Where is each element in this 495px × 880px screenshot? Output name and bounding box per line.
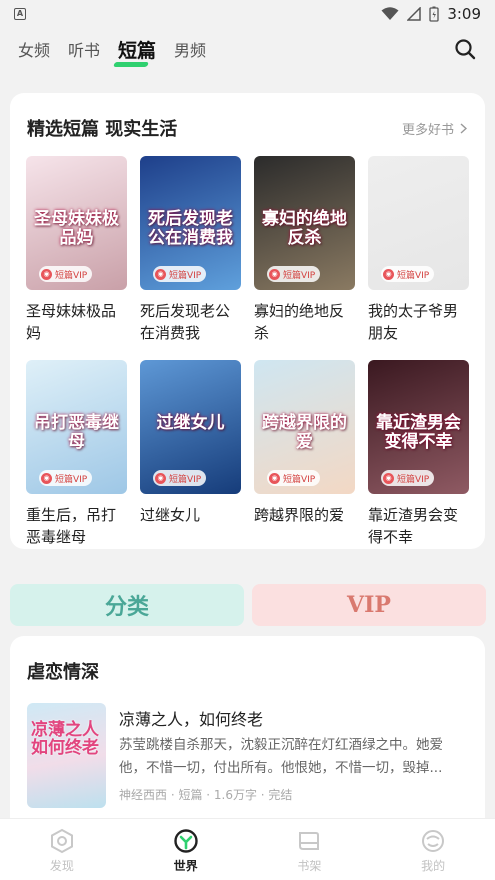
section-title: 精选短篇 现实生活 bbox=[27, 119, 178, 140]
book-cover-title: 跨越界限的爱 bbox=[262, 412, 347, 452]
book-item[interactable]: ◉ 短篇VIP 我的太子爷男朋友 bbox=[368, 156, 469, 344]
book-title[interactable]: 靠近渣男会变得不幸 bbox=[368, 504, 472, 548]
book-cover[interactable]: 吊打恶毒继母 ◉ 短篇VIP bbox=[26, 360, 127, 494]
signal-icon bbox=[407, 7, 422, 21]
book-cover-title: 死后发现老公在消费我 bbox=[148, 208, 233, 248]
nav-profile-label: 我的 bbox=[421, 859, 446, 873]
vip-badge-label: 短篇VIP bbox=[55, 270, 88, 281]
feature-book-title[interactable]: 凉薄之人，如何终老 bbox=[119, 706, 263, 730]
vip-badge-label: 短篇VIP bbox=[283, 474, 316, 485]
nav-discover[interactable]: 发现 bbox=[0, 819, 124, 880]
book-cover-title: 靠近渣男会变得不幸 bbox=[376, 412, 461, 452]
book-cover[interactable]: 死后发现老公在消费我 ◉ 短篇VIP bbox=[140, 156, 241, 290]
feature-book-meta: 神经西西 · 短篇 · 1.6万字 · 完结 bbox=[119, 788, 293, 802]
vip-badge: ◉ 短篇VIP bbox=[153, 470, 207, 486]
book-item[interactable]: 吊打恶毒继母 ◉ 短篇VIP 重生后，吊打恶毒继母 bbox=[26, 360, 127, 548]
vip-badge: ◉ 短篇VIP bbox=[381, 266, 435, 282]
vip-badge-icon: ◉ bbox=[269, 268, 280, 280]
vip-badge-icon: ◉ bbox=[41, 268, 52, 280]
book-item[interactable]: 圣母妹妹极品妈 ◉ 短篇VIP 圣母妹妹极品妈 bbox=[26, 156, 127, 344]
book-cover[interactable]: 寡妇的绝地反杀 ◉ 短篇VIP bbox=[254, 156, 355, 290]
vip-badge-label: 短篇VIP bbox=[397, 474, 430, 485]
app-notification-icon: A bbox=[14, 8, 26, 20]
nav-world[interactable]: 世界 bbox=[124, 819, 248, 880]
nav-profile[interactable]: 我的 bbox=[371, 819, 495, 880]
book-title[interactable]: 过继女儿 bbox=[140, 504, 244, 526]
vip-button[interactable]: VIP bbox=[252, 584, 486, 626]
book-item[interactable]: 死后发现老公在消费我 ◉ 短篇VIP 死后发现老公在消费我 bbox=[140, 156, 241, 344]
book-title[interactable]: 我的太子爷男朋友 bbox=[368, 300, 472, 344]
nav-bookshelf-label: 书架 bbox=[297, 859, 322, 873]
book-item[interactable]: 靠近渣男会变得不幸 ◉ 短篇VIP 靠近渣男会变得不幸 bbox=[368, 360, 469, 548]
book-cover-title: 寡妇的绝地反杀 bbox=[262, 208, 347, 248]
vip-badge-icon: ◉ bbox=[383, 268, 394, 280]
search-icon[interactable] bbox=[453, 37, 477, 61]
featured-section-card: 精选短篇 现实生活 更多好书 圣母妹妹极品妈 ◉ 短篇VIP 圣母妹妹极品妈 死后发现老… bbox=[10, 93, 485, 549]
bottom-navigation: 发现 世界 书架 我的 bbox=[0, 818, 495, 880]
book-title[interactable]: 跨越界限的爱 bbox=[254, 504, 358, 526]
book-title[interactable]: 寡妇的绝地反杀 bbox=[254, 300, 358, 344]
book-cover[interactable]: 靠近渣男会变得不幸 ◉ 短篇VIP bbox=[368, 360, 469, 494]
book-cover-title: 圣母妹妹极品妈 bbox=[34, 208, 119, 248]
vip-badge-label: 短篇VIP bbox=[397, 270, 430, 281]
tab-duanpian-label: 短篇 bbox=[118, 39, 157, 62]
vip-badge: ◉ 短篇VIP bbox=[267, 470, 321, 486]
vip-badge-icon: ◉ bbox=[41, 472, 52, 484]
status-time: 3:09 bbox=[447, 5, 481, 23]
book-cover[interactable]: 圣母妹妹极品妈 ◉ 短篇VIP bbox=[26, 156, 127, 290]
category-button[interactable]: 分类 bbox=[10, 584, 244, 626]
book-cover-title: 吊打恶毒继母 bbox=[34, 412, 119, 452]
nav-discover-label: 发现 bbox=[49, 859, 74, 873]
tab-nanpin[interactable]: 男频 bbox=[174, 37, 206, 61]
tab-duanpian[interactable]: 短篇 bbox=[113, 36, 157, 67]
feature-book-description: 苏莹跳楼自杀那天，沈毅正沉醉在灯红酒绿之中。她爱他，不惜一切，付出所有。他恨她，… bbox=[119, 737, 443, 776]
book-cover[interactable]: 跨越界限的爱 ◉ 短篇VIP bbox=[254, 360, 355, 494]
profile-icon bbox=[422, 830, 445, 852]
book-item[interactable]: 寡妇的绝地反杀 ◉ 短篇VIP 寡妇的绝地反杀 bbox=[254, 156, 355, 344]
vip-badge-icon: ◉ bbox=[155, 472, 166, 484]
more-books-label: 更多好书 bbox=[401, 123, 454, 138]
nav-world-label: 世界 bbox=[173, 859, 198, 873]
book-cover[interactable]: 过继女儿 ◉ 短篇VIP bbox=[140, 360, 241, 494]
vip-badge: ◉ 短篇VIP bbox=[39, 470, 93, 486]
vip-badge: ◉ 短篇VIP bbox=[381, 470, 435, 486]
discover-icon bbox=[50, 828, 73, 854]
vip-badge: ◉ 短篇VIP bbox=[153, 266, 207, 282]
vip-badge: ◉ 短篇VIP bbox=[267, 266, 321, 282]
section-title: 虐恋情深 bbox=[27, 662, 99, 683]
feature-cover-title: 凉薄之人如何终老 bbox=[31, 720, 99, 758]
vip-badge-icon: ◉ bbox=[269, 472, 280, 484]
tab-tingshu[interactable]: 听书 bbox=[68, 37, 100, 61]
tab-nvpin[interactable]: 女频 bbox=[18, 37, 50, 61]
nav-bookshelf[interactable]: 书架 bbox=[248, 819, 372, 880]
book-title[interactable]: 死后发现老公在消费我 bbox=[140, 300, 244, 344]
chevron-right-icon bbox=[460, 123, 467, 134]
vip-badge-label: 短篇VIP bbox=[55, 474, 88, 485]
vip-badge: ◉ 短篇VIP bbox=[39, 266, 93, 282]
bookshelf-icon bbox=[299, 832, 320, 850]
vip-badge-label: 短篇VIP bbox=[283, 270, 316, 281]
book-cover-title: 过继女儿 bbox=[156, 412, 225, 433]
vip-badge-icon: ◉ bbox=[155, 268, 166, 280]
status-bar: A 3:09 bbox=[0, 0, 495, 28]
vip-badge-icon: ◉ bbox=[383, 472, 394, 484]
top-tab-bar: 女频 听书 短篇 男频 bbox=[0, 28, 495, 70]
active-tab-indicator bbox=[113, 61, 149, 67]
book-title[interactable]: 重生后，吊打恶毒继母 bbox=[26, 504, 130, 548]
feature-book-cover[interactable]: 凉薄之人如何终老 bbox=[27, 703, 106, 808]
book-title[interactable]: 圣母妹妹极品妈 bbox=[26, 300, 130, 344]
battery-icon bbox=[429, 6, 439, 22]
romance-section-card: 虐恋情深 凉薄之人如何终老 凉薄之人，如何终老 苏莹跳楼自杀那天，沈毅正沉醉在灯… bbox=[10, 636, 485, 836]
more-books-link[interactable]: 更多好书 bbox=[402, 119, 467, 138]
book-item[interactable]: 过继女儿 ◉ 短篇VIP 过继女儿 bbox=[140, 360, 241, 526]
book-item[interactable]: 跨越界限的爱 ◉ 短篇VIP 跨越界限的爱 bbox=[254, 360, 355, 526]
world-icon bbox=[173, 829, 198, 853]
vip-badge-label: 短篇VIP bbox=[169, 270, 202, 281]
wifi-icon bbox=[381, 7, 399, 20]
vip-badge-label: 短篇VIP bbox=[169, 474, 202, 485]
book-cover[interactable]: ◉ 短篇VIP bbox=[368, 156, 469, 290]
